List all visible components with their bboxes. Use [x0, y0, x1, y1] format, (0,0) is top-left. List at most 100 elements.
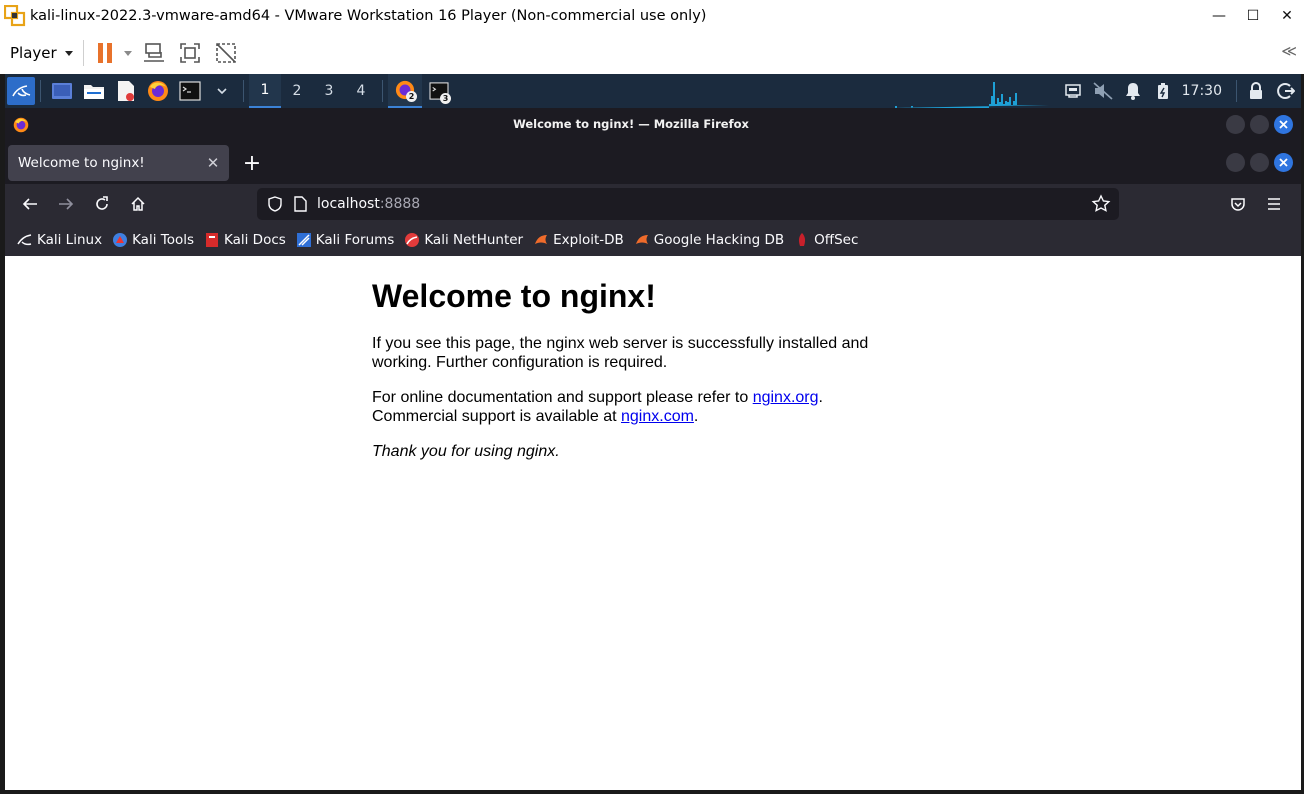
reload-button[interactable]	[87, 189, 117, 219]
system-tray: 17:30	[1058, 74, 1301, 108]
bookmark-label: Kali Tools	[132, 232, 194, 248]
bookmark-kali-nethunter[interactable]: Kali NetHunter	[404, 232, 523, 248]
firefox-icon[interactable]	[146, 79, 170, 103]
bookmark-kali-forums[interactable]: Kali Forums	[296, 232, 394, 248]
kali-menu-icon[interactable]	[7, 77, 35, 105]
unity-mode-icon[interactable]	[212, 39, 240, 67]
player-menu-label: Player	[10, 44, 57, 62]
app-menu-button[interactable]	[1259, 189, 1289, 219]
home-button[interactable]	[123, 189, 153, 219]
close-button[interactable]: ✕	[1270, 0, 1304, 32]
vmware-logo-icon	[3, 4, 26, 27]
pocket-icon	[1231, 198, 1245, 211]
mute-icon[interactable]	[1088, 74, 1118, 108]
full-screen-icon[interactable]	[176, 39, 204, 67]
notification-icon[interactable]	[1118, 74, 1148, 108]
bookmark-offsec[interactable]: OffSec	[794, 232, 858, 248]
support-paragraph: For online documentation and support ple…	[372, 388, 892, 426]
address-bar[interactable]: localhost:8888	[257, 188, 1119, 220]
navigation-toolbar: localhost:8888	[5, 184, 1301, 224]
workspace-1[interactable]: 1	[249, 74, 281, 108]
home-icon	[131, 196, 145, 211]
lock-icon[interactable]	[1241, 74, 1271, 108]
task-firefox[interactable]: 2	[388, 74, 422, 108]
task-terminal[interactable]: 3	[422, 74, 456, 108]
minimize-button[interactable]	[1226, 153, 1245, 172]
page-heading: Welcome to nginx!	[372, 278, 656, 314]
bookmark-kali-docs[interactable]: Kali Docs	[204, 232, 286, 248]
firefox-window-title: Welcome to nginx! — Mozilla Firefox	[513, 117, 749, 131]
url-host: localhost	[317, 196, 380, 212]
tab-close-button[interactable]: ✕	[203, 153, 223, 173]
new-tab-button[interactable]: +	[241, 151, 263, 176]
player-menu-button[interactable]: Player	[10, 44, 73, 62]
file-manager-icon[interactable]	[82, 79, 106, 103]
minimize-button[interactable]	[1226, 115, 1245, 134]
maximize-button[interactable]	[1250, 115, 1269, 134]
forward-button[interactable]	[51, 189, 81, 219]
dropdown-caret-icon	[64, 50, 73, 56]
kali-forums-icon	[296, 232, 312, 248]
tab-strip: Welcome to nginx! ✕ +	[5, 142, 1301, 184]
maximize-button[interactable]	[1250, 153, 1269, 172]
maximize-button[interactable]: ☐	[1236, 0, 1270, 32]
kali-tools-icon	[112, 232, 128, 248]
workspace-4[interactable]: 4	[345, 74, 377, 108]
web-page-content: Welcome to nginx! If you see this page, …	[5, 256, 1301, 790]
pocket-button[interactable]	[1223, 189, 1253, 219]
tab-title: Welcome to nginx!	[18, 155, 145, 171]
pause-icon	[97, 43, 103, 63]
page-info-icon[interactable]	[293, 196, 307, 212]
text-editor-icon[interactable]	[114, 79, 138, 103]
toolbar-divider	[82, 40, 84, 66]
bookmarks-toolbar: Kali Linux Kali Tools Kali Docs Kali For…	[5, 224, 1301, 256]
firefox-title-bar: Welcome to nginx! — Mozilla Firefox	[5, 108, 1301, 142]
panel-divider	[40, 80, 41, 102]
workspace-2[interactable]: 2	[281, 74, 313, 108]
send-ctrl-alt-del-icon[interactable]	[140, 39, 168, 67]
workspace-3[interactable]: 3	[313, 74, 345, 108]
close-icon	[1279, 120, 1288, 129]
chevron-down-icon[interactable]	[210, 79, 234, 103]
desktop-icon[interactable]	[50, 79, 74, 103]
tracking-protection-shield-icon[interactable]	[267, 196, 283, 212]
panel-clock[interactable]: 17:30	[1182, 83, 1222, 99]
bookmark-exploit-db[interactable]: Exploit-DB	[533, 232, 624, 248]
panel-divider	[243, 80, 244, 102]
thank-you-message: Thank you for using nginx.	[372, 442, 892, 461]
bookmark-kali-linux[interactable]: Kali Linux	[17, 232, 102, 248]
task-count-badge: 2	[406, 91, 417, 102]
power-options-caret-icon[interactable]	[123, 50, 132, 56]
nginx-org-link[interactable]: nginx.org	[753, 389, 819, 406]
commercial-support-text-end: .	[693, 408, 699, 425]
back-arrow-icon	[22, 198, 37, 210]
battery-icon[interactable]	[1148, 74, 1178, 108]
cpu-graph	[893, 82, 1049, 108]
close-button[interactable]	[1274, 115, 1293, 134]
vmware-window-title: kali-linux-2022.3-vmware-amd64 - VMware …	[30, 8, 707, 24]
terminal-icon[interactable]	[178, 79, 202, 103]
network-icon[interactable]	[1058, 74, 1088, 108]
back-button[interactable]	[15, 189, 45, 219]
panel-divider	[1236, 80, 1237, 102]
bookmark-label: OffSec	[814, 232, 859, 248]
nginx-com-link[interactable]: nginx.com	[621, 408, 694, 425]
firefox-window: Welcome to nginx! — Mozilla Firefox Welc…	[5, 108, 1301, 794]
logout-icon[interactable]	[1271, 74, 1301, 108]
support-text-end: .	[818, 389, 823, 406]
firefox-window-controls	[1221, 115, 1293, 134]
minimize-button[interactable]: —	[1202, 0, 1236, 32]
bookmark-label: Kali Linux	[37, 232, 103, 248]
kali-dragon-icon	[17, 232, 33, 248]
offsec-icon	[794, 232, 810, 248]
close-button[interactable]	[1274, 153, 1293, 172]
tab-welcome-to-nginx[interactable]: Welcome to nginx! ✕	[8, 145, 229, 181]
task-count-badge: 3	[440, 93, 451, 104]
collapse-toolbar-button[interactable]: ≪	[1281, 42, 1297, 60]
kali-docs-icon	[204, 232, 220, 248]
bookmark-kali-tools[interactable]: Kali Tools	[112, 232, 194, 248]
bookmark-label: Exploit-DB	[553, 232, 624, 248]
bookmark-star-icon[interactable]	[1091, 194, 1111, 214]
pause-vm-button[interactable]	[97, 43, 132, 63]
bookmark-google-hacking-db[interactable]: Google Hacking DB	[634, 232, 784, 248]
